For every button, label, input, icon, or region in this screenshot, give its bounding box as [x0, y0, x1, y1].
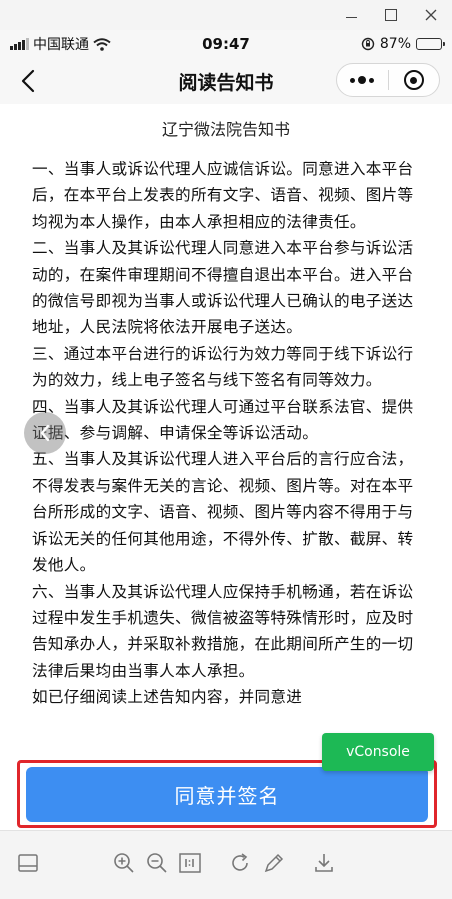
page-title: 阅读告知书 — [178, 71, 274, 94]
zoom-in-icon[interactable] — [112, 851, 136, 875]
close-miniprogram-button[interactable] — [389, 64, 440, 96]
back-button[interactable] — [14, 66, 42, 96]
zoom-out-icon[interactable] — [145, 851, 169, 875]
target-icon — [403, 70, 424, 90]
orientation-lock-icon — [361, 37, 375, 51]
more-button[interactable] — [337, 64, 388, 96]
back-arrow-icon — [21, 69, 35, 93]
panel-icon[interactable] — [16, 851, 40, 875]
notice-paragraph: 一、当事人或诉讼代理人应诚信诉讼。同意进入本平台后，在本平台上发表的所有文字、语… — [32, 160, 414, 231]
maximize-button[interactable] — [380, 4, 402, 26]
carrier-name: 中国联通 — [33, 37, 89, 53]
more-dots-icon — [350, 76, 375, 84]
notice-content[interactable]: 辽宁微法院告知书 一、当事人或诉讼代理人应诚信诉讼。同意进入本平台后，在本平台上… — [0, 104, 452, 758]
bottom-toolbar — [0, 830, 452, 899]
vconsole-button[interactable]: vConsole — [322, 733, 434, 771]
close-button[interactable] — [420, 4, 442, 26]
status-bar: 中国联通 09:47 87% — [0, 30, 452, 58]
agree-and-sign-button[interactable]: 同意并签名 — [26, 767, 428, 822]
window-controls — [340, 4, 442, 26]
notice-paragraph: 六、当事人及其诉讼代理人应保持手机畅通，若在诉讼过程中发生手机遗失、微信被盗等特… — [32, 582, 414, 680]
status-left: 中国联通 — [10, 34, 111, 54]
notice-paragraph: 四、当事人及其诉讼代理人可通过平台联系法官、提供证据、参与调解、申请保全等诉讼活… — [32, 397, 414, 443]
rotate-icon[interactable] — [228, 851, 252, 875]
miniprogram-capsule — [336, 63, 440, 97]
document-title: 辽宁微法院告知书 — [161, 120, 290, 139]
status-right: 87% — [361, 36, 445, 52]
status-time: 09:47 — [202, 35, 250, 53]
wifi-icon — [93, 37, 111, 51]
notice-paragraph: 五、当事人及其诉讼代理人进入平台后的言行应合法，不得发表与案件无关的言论、视频、… — [32, 450, 414, 575]
notice-paragraph: 二、当事人及其诉讼代理人同意进入本平台参与诉讼活动的，在案件审理期间不得擅自退出… — [32, 239, 414, 337]
actual-size-icon[interactable] — [178, 851, 202, 875]
notice-paragraph: 如已仔细阅读上述告知内容，并同意进 — [32, 688, 303, 707]
download-icon[interactable] — [312, 851, 336, 875]
nav-bar: 阅读告知书 — [0, 58, 452, 104]
pen-icon[interactable] — [262, 851, 286, 875]
notice-paragraph: 三、通过本平台进行的诉讼行为效力等同于线下诉讼行为的效力，线上电子签名与线下签名… — [32, 344, 414, 390]
floating-back-handle[interactable] — [24, 412, 66, 454]
minimize-button[interactable] — [340, 4, 362, 26]
battery-percent: 87% — [379, 36, 411, 52]
signal-icon — [10, 38, 29, 50]
chevron-left-icon — [40, 424, 50, 442]
window-titlebar — [0, 0, 452, 30]
close-icon — [425, 9, 437, 21]
battery-icon — [416, 38, 445, 50]
